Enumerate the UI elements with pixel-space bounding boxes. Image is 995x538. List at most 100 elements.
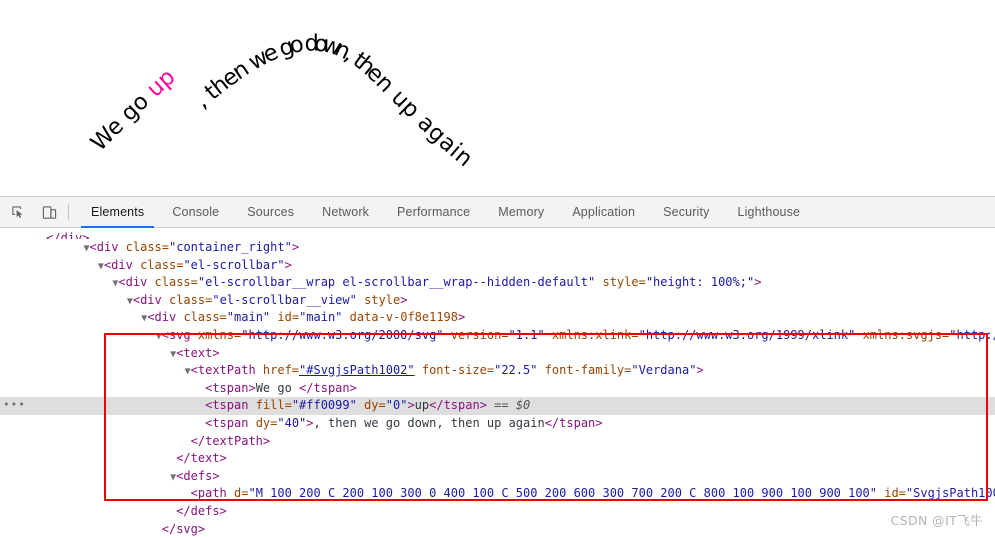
- code-token-tag: >: [696, 363, 703, 377]
- code-token-tag: </svg>: [162, 522, 205, 536]
- dom-line[interactable]: ▼<div class="el-scrollbar__wrap el-scrol…: [0, 274, 995, 292]
- tab-elements[interactable]: Elements: [77, 197, 158, 228]
- selected-row-marker[interactable]: •••: [3, 401, 17, 411]
- code-token-tag: >: [285, 258, 292, 272]
- code-token-val: "container_right": [169, 240, 292, 254]
- tab-memory[interactable]: Memory: [484, 197, 558, 228]
- devtools-toolbar: Elements Console Sources Network Performance…: [0, 197, 995, 228]
- text-segment-3: , then we go down, then up again: [189, 30, 477, 172]
- code-token-attr: class=: [126, 240, 169, 254]
- code-token-val: "http://svgjs.dev/svgjs: [949, 328, 995, 342]
- dom-line[interactable]: ••• <tspan fill="#ff0099" dy="0">up</tsp…: [0, 397, 995, 415]
- tab-label: Lighthouse: [737, 205, 800, 219]
- indent-spacer: [4, 398, 199, 412]
- dom-tree-view[interactable]: </div> ▼<div class="container_right"> ▼<…: [0, 228, 995, 538]
- code-token-tag: <tspan: [205, 398, 256, 412]
- code-token-tag: >: [292, 240, 299, 254]
- curved-text: We go up, then we go down, then up again: [86, 30, 478, 172]
- indent-spacer: [4, 258, 98, 272]
- code-token-tag: <tspan: [205, 416, 256, 430]
- code-token-attr: d=: [234, 486, 248, 500]
- code-token-val: "main": [299, 310, 350, 324]
- indent-spacer: [4, 381, 199, 395]
- code-token-tag: <div: [90, 240, 126, 254]
- code-token-tag: </tspan>: [429, 398, 487, 412]
- code-token-tag: <div: [133, 293, 169, 307]
- code-token-val: "M 100 200 C 200 100 300 0 400 100 C 500…: [248, 486, 884, 500]
- tab-label: Network: [322, 205, 369, 219]
- code-token-tag: >: [400, 293, 407, 307]
- tab-label: Security: [663, 205, 709, 219]
- code-token-val: "el-scrollbar": [183, 258, 284, 272]
- tab-label: Elements: [91, 205, 144, 219]
- svg-render-preview-area: We go up, then we go down, then up again: [0, 0, 995, 196]
- devtools-tab-bar: Elements Console Sources Network Performance…: [77, 197, 814, 228]
- code-token-attr: class=: [155, 275, 198, 289]
- dom-line[interactable]: ▼<div class="container_right">: [0, 239, 995, 257]
- code-token-attr: xmlns:xlink=: [552, 328, 639, 342]
- dom-line[interactable]: <path d="M 100 200 C 200 100 300 0 400 1…: [0, 485, 995, 503]
- dom-line[interactable]: ▼<div class="el-scrollbar__view" style>: [0, 292, 995, 310]
- indent-spacer: [4, 451, 170, 465]
- tab-security[interactable]: Security: [649, 197, 723, 228]
- indent-spacer: [4, 293, 127, 307]
- code-token-val: "Verdana": [631, 363, 696, 377]
- dom-line[interactable]: </div>: [0, 230, 995, 239]
- toolbar-divider: [68, 204, 69, 220]
- code-token-refval: == $0: [487, 398, 530, 412]
- code-token-tag: </tspan>: [545, 416, 603, 430]
- code-token-txt: , then we go down, then up again: [314, 416, 545, 430]
- dom-line[interactable]: <tspan>We go </tspan>: [0, 380, 995, 398]
- code-token-tag: <text>: [176, 346, 219, 360]
- dom-line[interactable]: ▼<textPath href="#SvgjsPath1002" font-si…: [0, 362, 995, 380]
- tab-performance[interactable]: Performance: [383, 197, 484, 228]
- tab-label: Console: [172, 205, 219, 219]
- indent-spacer: [4, 434, 185, 448]
- code-token-attr: data-v-0f8e1198: [350, 310, 458, 324]
- tab-application[interactable]: Application: [558, 197, 649, 228]
- code-token-attr: style=: [602, 275, 645, 289]
- code-token-attr: version=: [451, 328, 509, 342]
- inspect-element-icon[interactable]: [5, 199, 31, 225]
- dom-line[interactable]: </textPath>: [0, 433, 995, 451]
- code-token-tag: <div: [104, 258, 140, 272]
- code-token-attr: xmlns:svgjs=: [863, 328, 950, 342]
- dom-line[interactable]: <tspan dy="40">, then we go down, then u…: [0, 415, 995, 433]
- dom-line[interactable]: </text>: [0, 450, 995, 468]
- dom-line[interactable]: ▼<text>: [0, 345, 995, 363]
- code-token-attr: dy=: [364, 398, 386, 412]
- code-token-attr: id=: [884, 486, 906, 500]
- code-token-attr: xmlns=: [198, 328, 241, 342]
- indent-spacer: [4, 231, 40, 239]
- code-token-tag: >: [407, 398, 414, 412]
- code-token-val: "SvgjsPath1002": [906, 486, 995, 500]
- code-token-tag: <textPath: [191, 363, 263, 377]
- indent-spacer: [4, 240, 83, 254]
- dom-line[interactable]: ▼<svg xmlns="http://www.w3.org/2000/svg"…: [0, 327, 995, 345]
- dom-line[interactable]: ▼<div class="main" id="main" data-v-0f8e…: [0, 309, 995, 327]
- tab-label: Sources: [247, 205, 294, 219]
- code-token-tag: <div: [147, 310, 183, 324]
- dom-line[interactable]: </defs>: [0, 503, 995, 521]
- tab-sources[interactable]: Sources: [233, 197, 308, 228]
- dom-line[interactable]: </svg>: [0, 521, 995, 538]
- device-toolbar-icon[interactable]: [36, 199, 62, 225]
- code-token-val: "#ff0099": [292, 398, 364, 412]
- tab-console[interactable]: Console: [158, 197, 233, 228]
- tab-lighthouse[interactable]: Lighthouse: [723, 197, 814, 228]
- dom-line[interactable]: ▼<defs>: [0, 468, 995, 486]
- code-token-attr: class=: [169, 293, 212, 307]
- code-token-attr: class=: [140, 258, 183, 272]
- code-token-val: "1.1": [509, 328, 552, 342]
- indent-spacer: [4, 469, 170, 483]
- code-token-tag: </defs>: [176, 504, 227, 518]
- indent-spacer: [4, 346, 170, 360]
- devtools-panel: Elements Console Sources Network Performance…: [0, 196, 995, 537]
- code-token-tag: </tspan>: [299, 381, 357, 395]
- code-token-linkval[interactable]: "#SvgjsPath1002": [299, 363, 415, 377]
- code-token-attr: dy=: [256, 416, 278, 430]
- code-token-val: "main": [227, 310, 278, 324]
- code-token-tag: >: [754, 275, 761, 289]
- tab-network[interactable]: Network: [308, 197, 383, 228]
- dom-line[interactable]: ▼<div class="el-scrollbar">: [0, 257, 995, 275]
